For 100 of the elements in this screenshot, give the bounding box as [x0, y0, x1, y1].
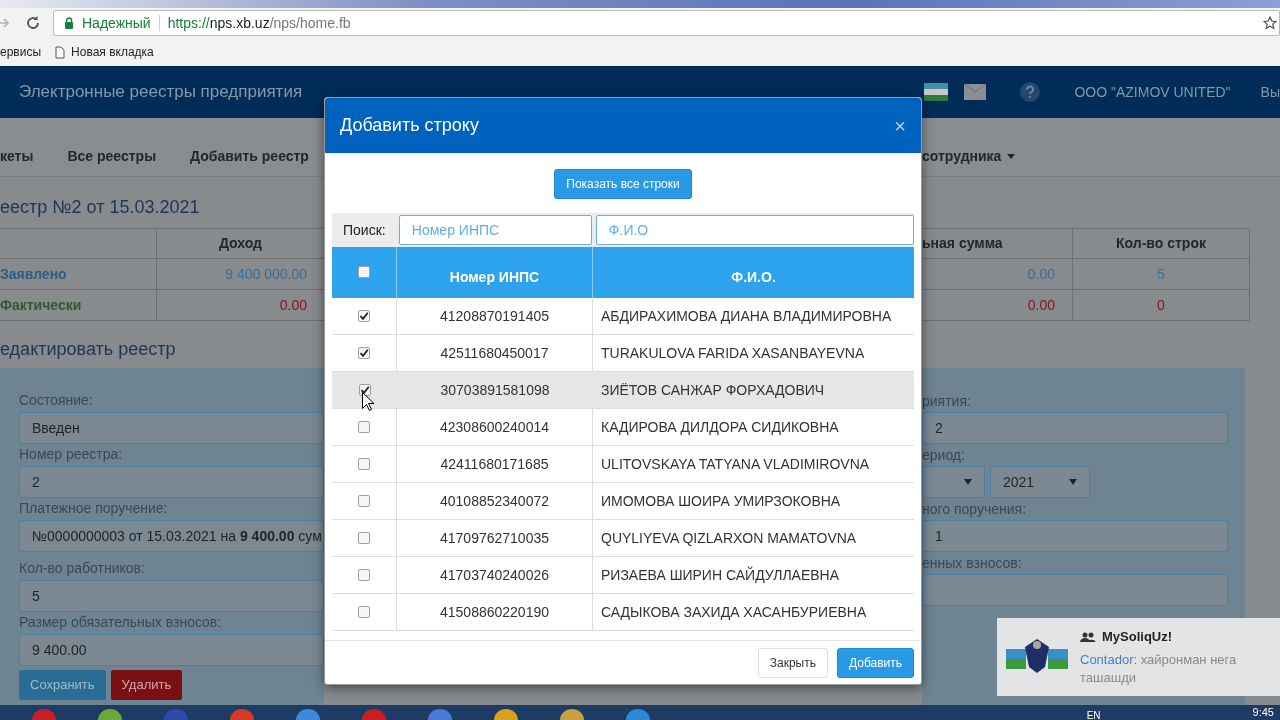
input-field[interactable]	[922, 574, 1228, 606]
checkbox[interactable]	[358, 606, 370, 618]
bookmark[interactable]: Новая вкладка	[55, 43, 154, 61]
name-cell-text: САДЫКОВА ЗАХИДА ХАСАНБУРИЕВНА	[601, 602, 867, 622]
caret-icon	[1007, 153, 1016, 159]
input-field[interactable]: 9 400.00	[19, 634, 324, 666]
taskbar-app-icon[interactable]	[494, 709, 518, 720]
table-row[interactable]: 41508860220190 САДЫКОВА ЗАХИДА ХАСАНБУРИЕВНА	[332, 594, 914, 631]
table-cell-text: 0.00	[278, 295, 308, 315]
name-cell-text: ЗИЁТОВ САНЖАР ФОРХАДОВИЧ	[601, 380, 825, 400]
table-cell-text: 5	[1156, 264, 1166, 284]
table-row[interactable]: 40108852340072 ИМОМОВА ШОИРА УМИРЗОКОВНА	[332, 483, 914, 520]
nav-dropdown[interactable]: сотрудника	[922, 145, 1016, 167]
column-header: Ф.И.О.	[731, 268, 776, 287]
field-label: ного поручения:	[922, 501, 1028, 519]
taskbar-app-icon[interactable]	[32, 709, 56, 720]
star-icon[interactable]	[1263, 16, 1277, 30]
url-text: https://nps.xb.uz/nps/home.fb	[167, 13, 351, 33]
field-label: енных взносов:	[922, 555, 1023, 573]
modal-button[interactable]: Закрыть	[757, 647, 828, 678]
field-label: Платежное поручение:	[19, 499, 169, 518]
close-button[interactable]: ×	[894, 115, 906, 136]
inps-search-field[interactable]: Номер ИНПС	[398, 215, 592, 245]
checkbox[interactable]	[358, 384, 371, 396]
table-cell-text: 9 400 000.00	[224, 264, 308, 284]
taskbar-app-icon[interactable]	[362, 709, 386, 720]
checkbox[interactable]	[358, 310, 370, 322]
input-field[interactable]: 1	[922, 520, 1228, 552]
field-label: Номер реестра:	[19, 445, 124, 464]
notification-title: MySoliqUz!	[1080, 627, 1260, 647]
input-field[interactable]: 2	[922, 412, 1228, 444]
table-row[interactable]: 30703891581098 ЗИЁТОВ САНЖАР ФОРХАДОВИЧ	[332, 372, 914, 409]
field-label: Размер обязательных взносов:	[19, 613, 223, 632]
logout-link[interactable]: Вы	[1260, 81, 1280, 103]
table-row[interactable]: 41703740240026 РИЗАЕВА ШИРИН САЙДУЛЛАЕВНА	[332, 557, 914, 594]
input-field[interactable]: Введен	[19, 412, 324, 444]
nav-link[interactable]: кеты	[0, 145, 34, 167]
mail-icon[interactable]	[964, 84, 987, 100]
modal-button[interactable]: Добавить	[836, 647, 914, 678]
field-label: риятия:	[922, 393, 972, 411]
checkbox[interactable]	[358, 458, 370, 470]
notification[interactable]: MySoliqUz! Contador: хайронман нега ташашди	[997, 618, 1280, 696]
field-label: ериод:	[922, 447, 966, 465]
name-cell-text: ИМОМОВА ШОИРА УМИРЗОКОВНА	[601, 491, 841, 511]
checkbox[interactable]	[358, 266, 370, 278]
inps-cell-text: 40108852340072	[440, 491, 549, 511]
nav-link[interactable]: Добавить реестр	[190, 145, 309, 167]
year-select[interactable]: 2021	[990, 466, 1090, 498]
input-field[interactable]: №0000000003 от 15.03.2021 на 9 400.00 сум	[19, 520, 324, 552]
bookmark[interactable]: ервисы	[0, 43, 42, 61]
checkbox[interactable]	[358, 421, 370, 433]
section-title: едактировать реестр	[0, 338, 176, 361]
taskbar-app-icon[interactable]	[230, 709, 254, 720]
address-bar[interactable]: Надежный https://nps.xb.uz/nps/home.fb	[53, 10, 1280, 36]
inps-cell-text: 42411680171685	[440, 454, 549, 474]
inps-cell-text: 41208870191405	[440, 306, 549, 326]
taskbar-app-icon[interactable]	[428, 709, 452, 720]
taskbar-app-icon[interactable]	[296, 709, 320, 720]
input-field[interactable]: 5	[19, 580, 324, 612]
column-header: Кол-во строк	[1115, 234, 1207, 253]
taskbar-app-icon[interactable]	[626, 709, 650, 720]
table-row[interactable]: 41709762710035 QUYLIYEVA QIZLARXON MAMATOVNA	[332, 520, 914, 557]
row-label: Заявлено	[0, 259, 157, 289]
input-field[interactable]: 2	[19, 466, 324, 498]
field-label: Кол-во работников:	[19, 559, 146, 578]
checkbox[interactable]	[358, 347, 370, 359]
inps-cell-text: 30703891581098	[440, 380, 550, 400]
form-button[interactable]: Удалить	[110, 670, 183, 700]
flag-icon[interactable]	[924, 83, 949, 101]
people-icon	[1080, 632, 1096, 642]
reload-icon[interactable]	[25, 15, 41, 31]
inps-cell-text: 42511680450017	[440, 343, 549, 363]
nav-link[interactable]: Все реестры	[67, 145, 157, 167]
table-row[interactable]: 42511680450017 TURAKULOVA FARIDA XASANBAYEVNA	[332, 335, 914, 372]
inps-cell-text: 42308600240014	[440, 417, 549, 437]
form-button[interactable]: Сохранить	[19, 670, 106, 700]
checkbox[interactable]	[358, 532, 370, 544]
show-all-button[interactable]: Показать все строки	[554, 168, 692, 199]
column-header: Доход	[217, 234, 263, 253]
language-indicator[interactable]: EN	[1086, 705, 1101, 720]
company-name[interactable]: ООО "AZIMOV UNITED"	[1074, 81, 1231, 103]
clock[interactable]: 9:45	[1252, 705, 1274, 720]
taskbar-app-icon[interactable]	[98, 709, 122, 720]
table-row[interactable]: 41208870191405 АБДИРАХИМОВА ДИАНА ВЛАДИМИРОВНА	[332, 298, 914, 335]
checkbox[interactable]	[358, 495, 370, 507]
name-cell-text: КАДИРОВА ДИЛДОРА СИДИКОВНА	[601, 417, 839, 437]
help-icon[interactable]	[1020, 82, 1041, 102]
app-title[interactable]: Электронные реестры предприятия	[19, 79, 303, 105]
notification-message: Contador: хайронман нега ташашди	[1080, 650, 1238, 687]
search-label: Поиск:	[343, 220, 387, 240]
checkbox[interactable]	[358, 569, 370, 581]
column-header: Номер ИНПС	[449, 268, 540, 287]
name-cell-text: РИЗАЕВА ШИРИН САЙДУЛЛАЕВНА	[601, 565, 840, 585]
forward-icon[interactable]	[0, 16, 10, 30]
name-search-field[interactable]: Ф.И.О	[595, 215, 914, 245]
month-select[interactable]	[922, 466, 985, 498]
table-row[interactable]: 42308600240014 КАДИРОВА ДИЛДОРА СИДИКОВНА	[332, 409, 914, 446]
taskbar-app-icon[interactable]	[560, 709, 584, 720]
lock-icon	[64, 17, 74, 29]
table-row[interactable]: 42411680171685 ULITOVSKAYA TATYANA VLADIMIROVNA	[332, 446, 914, 483]
